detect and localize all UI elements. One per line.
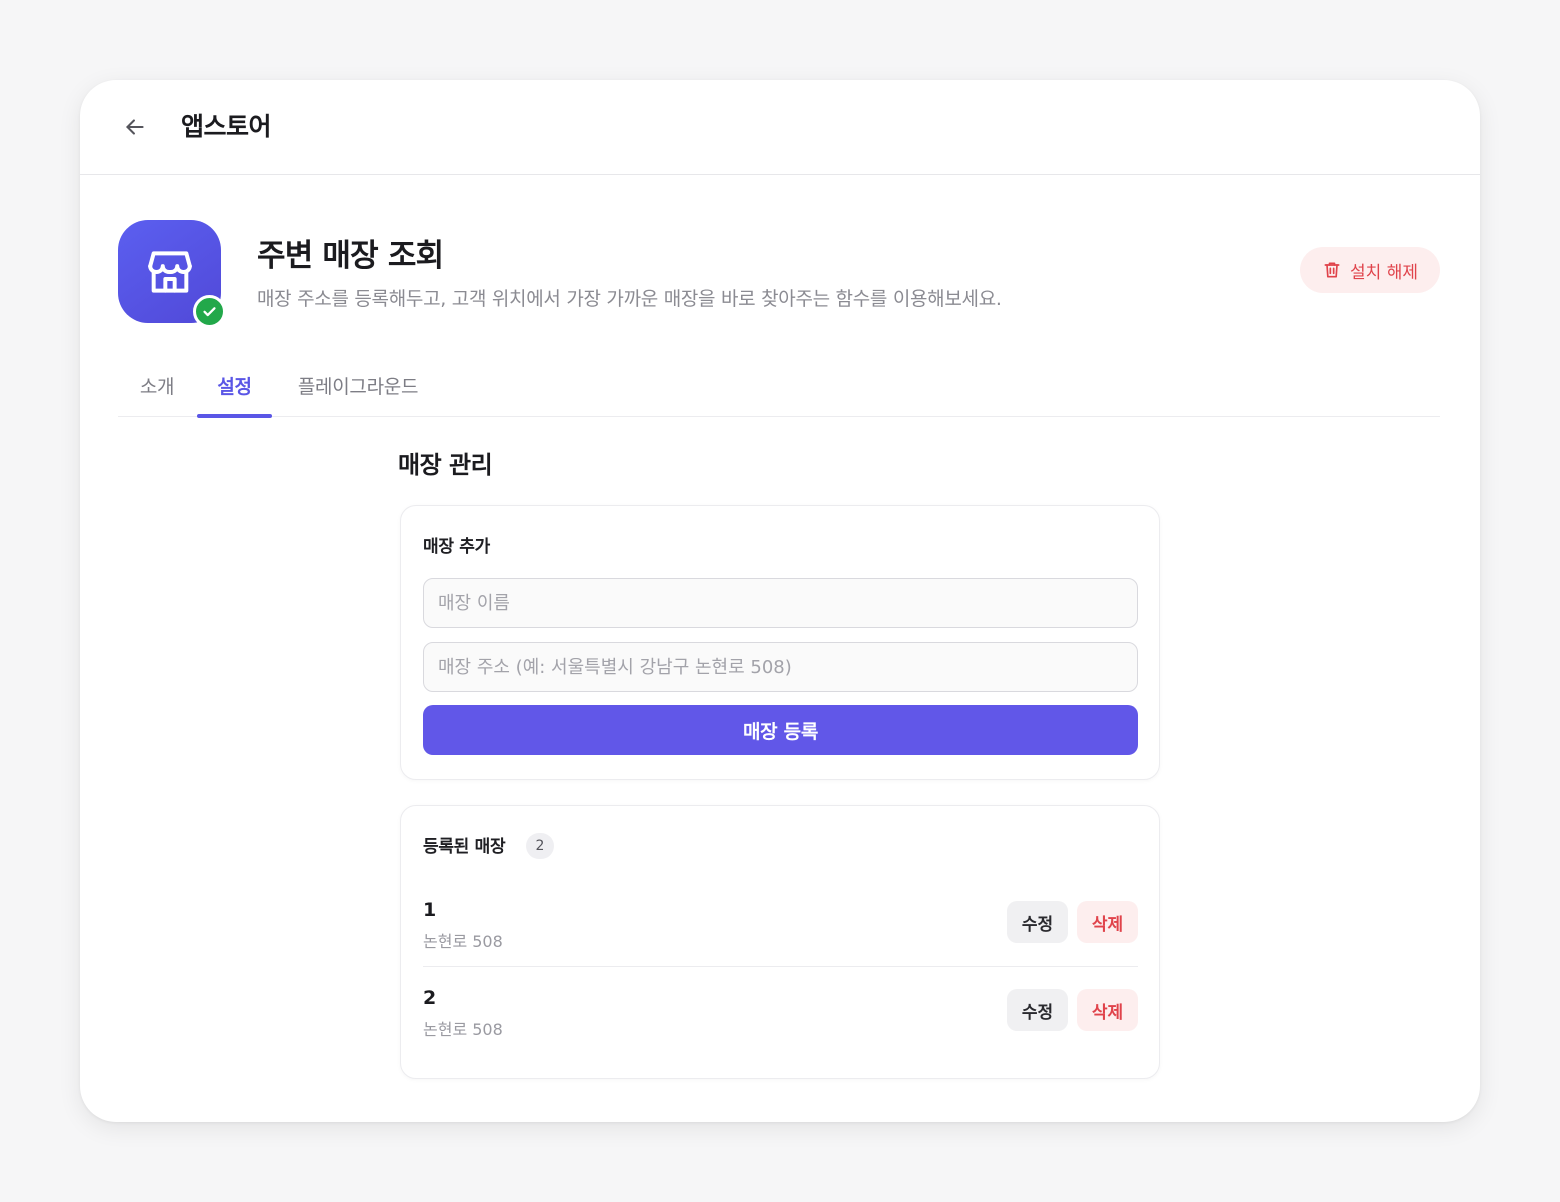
installed-badge bbox=[193, 295, 226, 328]
section-title: 매장 관리 bbox=[398, 451, 493, 479]
edit-store-button[interactable]: 수정 bbox=[1007, 901, 1068, 943]
top-bar: 앱스토어 bbox=[80, 80, 1480, 175]
store-address-input[interactable] bbox=[423, 642, 1138, 692]
app-description: 매장 주소를 등록해두고, 고객 위치에서 가장 가까운 매장을 바로 찾아주는… bbox=[257, 288, 1002, 310]
store-address: 논현로 508 bbox=[423, 932, 503, 951]
page-title: 앱스토어 bbox=[181, 112, 272, 141]
uninstall-button[interactable]: 설치 해제 bbox=[1300, 247, 1440, 293]
tab-settings[interactable]: 설정 bbox=[197, 360, 272, 418]
edit-store-button[interactable]: 수정 bbox=[1007, 989, 1068, 1031]
tab-intro[interactable]: 소개 bbox=[138, 360, 176, 417]
register-store-button[interactable]: 매장 등록 bbox=[423, 705, 1138, 755]
add-store-heading: 매장 추가 bbox=[423, 537, 490, 557]
delete-store-button[interactable]: 삭제 bbox=[1077, 901, 1138, 943]
store-name-input[interactable] bbox=[423, 578, 1138, 628]
add-store-card: 매장 추가 매장 등록 bbox=[400, 505, 1160, 780]
uninstall-label: 설치 해제 bbox=[1350, 262, 1418, 283]
registered-stores-card: 등록된 매장 2 1 논현로 508 수정 삭제 2 논현로 508 수정 삭제 bbox=[400, 805, 1160, 1079]
trash-icon bbox=[1324, 262, 1340, 278]
check-icon bbox=[203, 307, 216, 317]
tab-bar: 소개 설정 플레이그라운드 bbox=[118, 360, 1440, 418]
registered-stores-heading: 등록된 매장 bbox=[423, 837, 506, 857]
store-list-item: 1 논현로 508 수정 삭제 bbox=[423, 879, 1138, 967]
arrow-left-icon bbox=[126, 119, 144, 135]
store-name: 1 bbox=[423, 899, 437, 921]
delete-store-button[interactable]: 삭제 bbox=[1077, 989, 1138, 1031]
store-count-badge: 2 bbox=[526, 833, 554, 859]
store-icon bbox=[147, 250, 192, 293]
app-title: 주변 매장 조회 bbox=[257, 238, 444, 274]
store-list-item: 2 논현로 508 수정 삭제 bbox=[423, 967, 1138, 1055]
store-name: 2 bbox=[423, 987, 437, 1009]
store-address: 논현로 508 bbox=[423, 1020, 503, 1039]
app-window: 앱스토어 주변 매장 조회 매장 주소를 등록해두고, 고객 위치에서 가장 가… bbox=[80, 80, 1480, 1122]
back-button[interactable] bbox=[118, 110, 152, 144]
tab-playground[interactable]: 플레이그라운드 bbox=[293, 360, 423, 417]
